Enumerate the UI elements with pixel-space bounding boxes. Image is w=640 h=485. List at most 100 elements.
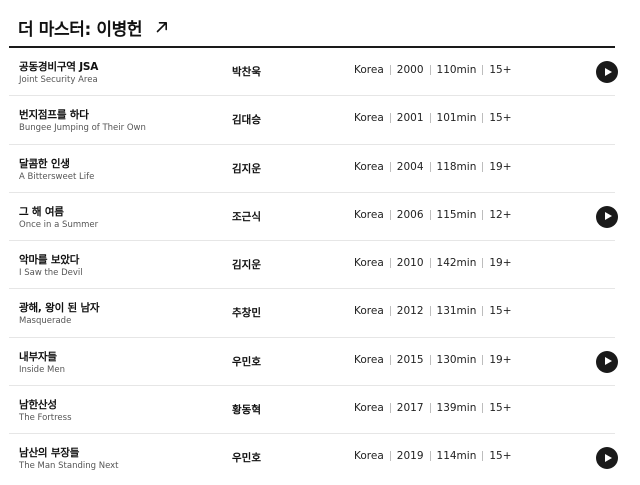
movie-director: 김대승 [232, 114, 261, 127]
meta-separator [389, 451, 391, 462]
movie-rating: 15+ [489, 450, 512, 463]
movie-director: 추창민 [232, 307, 261, 320]
movie-english-title: Masquerade [19, 316, 72, 327]
movie-rating: 15+ [489, 112, 512, 125]
movie-runtime: 114min [436, 450, 477, 463]
movie-korean-title[interactable]: 그 해 여름 [19, 204, 64, 219]
movie-runtime: 131min [436, 305, 477, 318]
movie-year: 2015 [396, 353, 424, 366]
movie-english-title: The Fortress [19, 413, 72, 424]
collection-header: 더 마스터: 이병헌 [18, 12, 170, 42]
movie-english-title: I Saw the Devil [19, 268, 83, 279]
meta-separator [482, 65, 484, 75]
movie-korean-title[interactable]: 남산의 부장들 [19, 445, 79, 460]
movie-country: Korea [354, 353, 384, 366]
movie-year: 2000 [396, 64, 424, 76]
movie-korean-title[interactable]: 번지점프를 하다 [19, 107, 89, 122]
movie-runtime: 139min [436, 402, 477, 415]
movie-year: 2004 [396, 160, 424, 173]
movie-runtime: 130min [436, 353, 477, 366]
movie-country: Korea [354, 305, 384, 318]
meta-separator [389, 258, 391, 269]
movie-year: 2006 [396, 208, 424, 221]
play-icon[interactable] [596, 447, 618, 470]
movie-country: Korea [354, 402, 384, 415]
movie-english-title: Bungee Jumping of Their Own [19, 123, 146, 134]
movie-korean-title[interactable]: 내부자들 [19, 349, 57, 364]
movie-rating: 19+ [489, 353, 512, 366]
movie-english-title: Once in a Summer [19, 219, 99, 230]
movie-row[interactable]: 남산의 부장들 The Man Standing Next 우민호 Korea 2019… [9, 434, 618, 482]
movie-runtime: 142min [436, 257, 477, 270]
meta-separator [482, 113, 484, 124]
meta-separator [429, 161, 431, 172]
meta-separator [482, 306, 484, 317]
meta-separator [389, 113, 391, 124]
movie-meta: Korea 2006 115min 12+ [354, 209, 512, 221]
movie-director: 우민호 [232, 355, 261, 368]
play-icon[interactable] [596, 205, 618, 228]
meta-separator [429, 306, 431, 317]
movie-korean-title[interactable]: 공동경비구역 JSA [19, 59, 98, 74]
movie-row[interactable]: 공동경비구역 JSA Joint Security Area 박찬욱 Korea 200… [9, 48, 618, 97]
movie-director: 조근식 [232, 210, 261, 223]
movie-runtime: 115min [436, 208, 477, 221]
meta-separator [389, 354, 391, 365]
movie-country: Korea [354, 257, 384, 270]
play-icon[interactable] [596, 61, 618, 83]
movie-meta: Korea 2001 101min 15+ [354, 112, 512, 124]
meta-separator [389, 161, 391, 172]
meta-separator [429, 451, 431, 462]
movie-row[interactable]: 달콤한 인생 A Bittersweet Life 김지운 Korea 2004 118m… [9, 145, 615, 193]
meta-separator [389, 403, 391, 414]
movie-year: 2012 [396, 305, 424, 318]
meta-separator [429, 403, 431, 414]
movie-meta: Korea 2017 139min 15+ [354, 402, 512, 414]
meta-separator [482, 403, 484, 414]
meta-separator [482, 161, 484, 172]
movie-english-title: Joint Security Area [19, 75, 98, 85]
movie-row[interactable]: 번지점프를 하다 Bungee Jumping of Their Own 김대승 Ko… [9, 96, 615, 145]
movie-director: 박찬욱 [232, 66, 261, 78]
movie-row[interactable]: 광해, 왕이 된 남자 Masquerade 추창민 Korea 2012 131min 1… [9, 289, 615, 338]
movie-year: 2010 [396, 257, 424, 270]
meta-separator [389, 306, 391, 317]
movie-meta: Korea 2000 110min 15+ [354, 64, 512, 76]
movie-country: Korea [354, 64, 384, 76]
movie-director: 김지운 [232, 259, 261, 272]
movie-country: Korea [354, 450, 384, 463]
movie-row[interactable]: 악마를 보았다 I Saw the Devil 김지운 Korea 2010 142min… [9, 241, 615, 290]
meta-separator [482, 258, 484, 269]
movie-korean-title[interactable]: 달콤한 인생 [19, 156, 70, 171]
movie-row[interactable]: 그 해 여름 Once in a Summer 조근식 Korea 2006 115min… [9, 193, 618, 242]
movie-meta: Korea 2010 142min 19+ [354, 257, 512, 269]
movie-director: 우민호 [232, 452, 261, 465]
meta-separator [429, 354, 431, 365]
movie-runtime: 101min [436, 112, 477, 125]
movie-year: 2017 [396, 402, 424, 415]
movie-row[interactable]: 남한산성 The Fortress 황동혁 Korea 2017 139min 15+ [9, 386, 615, 435]
movie-rating: 15+ [489, 402, 512, 415]
movie-row[interactable]: 내부자들 Inside Men 우민호 Korea 2015 130min 19+ [9, 338, 618, 387]
movie-meta: Korea 2015 130min 19+ [354, 354, 512, 366]
movie-rating: 12+ [489, 208, 512, 221]
movie-korean-title[interactable]: 남한산성 [19, 397, 57, 412]
movie-country: Korea [354, 160, 384, 173]
meta-separator [482, 451, 484, 462]
movie-rating: 15+ [489, 305, 512, 318]
collection-page: 더 마스터: 이병헌 공동경비구역 JSA Joint Security Area… [0, 0, 640, 485]
meta-separator [429, 258, 431, 269]
play-icon[interactable] [596, 350, 618, 373]
movie-korean-title[interactable]: 악마를 보았다 [19, 252, 79, 267]
movie-meta: Korea 2012 131min 15+ [354, 305, 512, 317]
movie-year: 2001 [396, 112, 424, 125]
meta-separator [389, 65, 391, 75]
meta-separator [429, 65, 431, 75]
movie-korean-title[interactable]: 광해, 왕이 된 남자 [19, 300, 100, 315]
movie-meta: Korea 2004 118min 19+ [354, 161, 512, 173]
collection-title: 더 마스터: 이병헌 [18, 19, 143, 40]
movie-english-title: Inside Men [19, 364, 65, 375]
arrow-up-right-icon[interactable] [154, 19, 170, 35]
meta-separator [482, 209, 484, 220]
meta-separator [429, 209, 431, 220]
